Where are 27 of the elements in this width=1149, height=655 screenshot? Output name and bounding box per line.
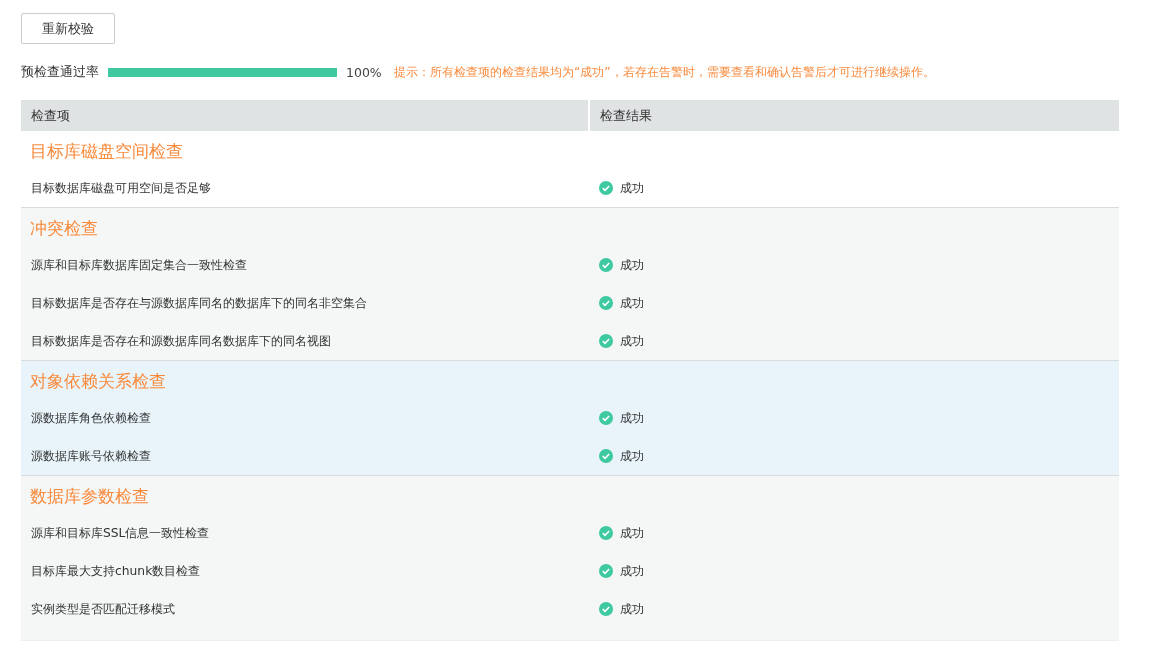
- column-header: 检查项: [30, 107, 71, 125]
- result-text: 成功: [620, 332, 644, 350]
- recheck-button[interactable]: 重新校验: [21, 13, 115, 44]
- check-item: 源数据库账号依赖检查: [30, 447, 152, 465]
- check-item: 源库和目标库SSL信息一致性检查: [30, 524, 211, 542]
- check-item: 目标数据库是否存在和源数据库同名数据库下的同名视图: [30, 332, 332, 350]
- result-text: 成功: [620, 600, 644, 618]
- check-item: 源库和目标库数据库固定集合一致性检查: [30, 256, 248, 274]
- check-item: 目标数据库是否存在与源数据库同名的数据库下的同名非空集合: [30, 294, 368, 312]
- result-text: 成功: [620, 179, 644, 197]
- result-text: 成功: [620, 562, 644, 580]
- check-item: 目标数据库磁盘可用空间是否足够: [30, 179, 212, 197]
- group-title: 数据库参数检查: [29, 485, 150, 508]
- check-item: 源数据库角色依赖检查: [30, 409, 152, 427]
- check-item: 实例类型是否匹配迁移模式: [30, 600, 176, 618]
- result-text: 成功: [620, 256, 644, 274]
- result-text: 成功: [620, 294, 644, 312]
- check-item: 目标库最大支持chunk数目检查: [30, 562, 202, 580]
- group-title: 目标库磁盘空间检查: [29, 140, 184, 163]
- pass-rate-value: 100%: [346, 64, 383, 80]
- result-text: 成功: [620, 447, 644, 465]
- group-title: 冲突检查: [29, 217, 99, 240]
- result-text: 成功: [620, 409, 644, 427]
- hint-text: 提示：所有检查项的检查结果均为“成功”，若存在告警时，需要查看和确认告警后才可进行继续操作。: [394, 63, 935, 81]
- group-title: 对象依赖关系检查: [29, 370, 167, 393]
- pass-rate-label: 预检查通过率: [21, 63, 99, 81]
- result-text: 成功: [620, 524, 644, 542]
